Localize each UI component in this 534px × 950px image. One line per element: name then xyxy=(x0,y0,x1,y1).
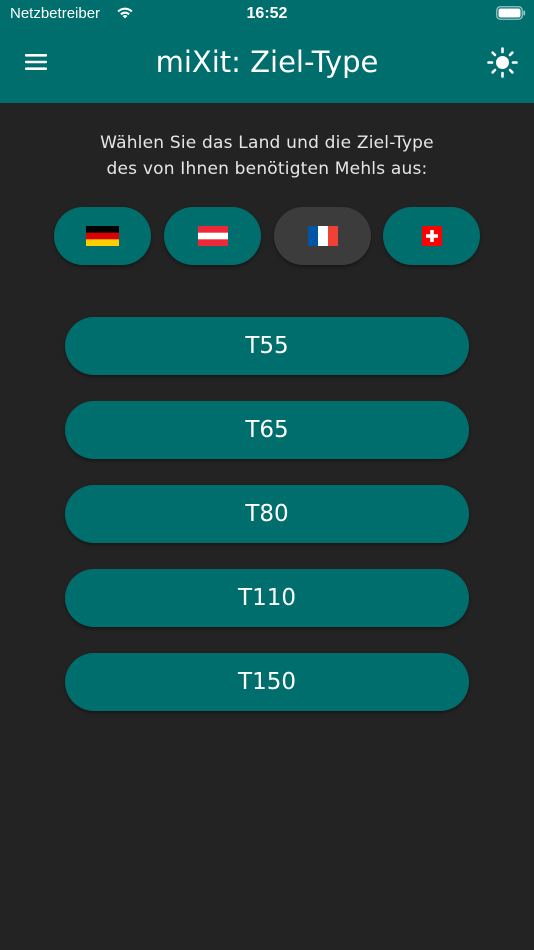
germany-flag-icon xyxy=(86,226,119,246)
country-button-germany[interactable] xyxy=(54,207,151,265)
type-button-t110[interactable]: T110 xyxy=(65,569,469,627)
type-button-t80[interactable]: T80 xyxy=(65,485,469,543)
instruction-text: Wählen Sie das Land und die Ziel-Type de… xyxy=(0,130,534,182)
type-button-t55[interactable]: T55 xyxy=(65,317,469,375)
country-button-france[interactable] xyxy=(274,207,371,265)
country-button-switzerland[interactable] xyxy=(383,207,480,265)
instruction-line-1: Wählen Sie das Land und die Ziel-Type xyxy=(100,133,434,153)
status-time: 16:52 xyxy=(246,5,288,22)
battery-icon xyxy=(496,6,526,20)
switzerland-flag-icon xyxy=(421,226,442,246)
austria-flag-icon xyxy=(197,226,228,246)
instruction-line-2: des von Ihnen benötigten Mehls aus: xyxy=(106,159,428,179)
app-bar: Netzbetreiber 16:52 miXit: Ziel-Type xyxy=(0,0,534,103)
page-title: miXit: Ziel-Type xyxy=(155,45,379,79)
sun-icon[interactable] xyxy=(486,46,519,79)
france-flag-icon xyxy=(307,226,338,246)
type-button-t150[interactable]: T150 xyxy=(65,653,469,711)
type-button-t65[interactable]: T65 xyxy=(65,401,469,459)
country-button-austria[interactable] xyxy=(164,207,261,265)
